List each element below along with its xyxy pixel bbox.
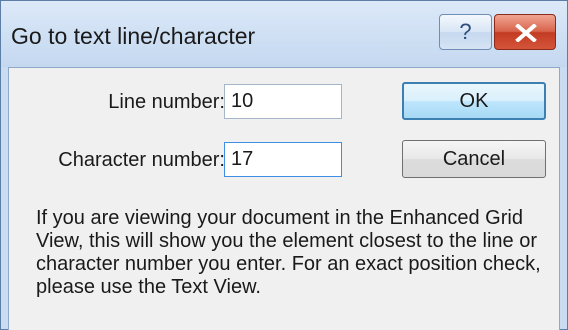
- line-number-label: Line number:: [108, 91, 225, 113]
- dialog-body: Line number: Character number: OK Cancel…: [8, 67, 560, 330]
- question-icon: ?: [459, 19, 472, 44]
- cancel-button[interactable]: Cancel: [402, 140, 546, 178]
- ok-button[interactable]: OK: [402, 82, 546, 120]
- goto-dialog-window: Go to text line/character ? Line number:…: [0, 0, 568, 330]
- help-button[interactable]: ?: [439, 14, 492, 50]
- line-number-input[interactable]: [224, 84, 342, 119]
- dialog-title: Go to text line/character: [11, 23, 256, 49]
- character-number-label: Character number:: [58, 149, 225, 171]
- close-icon: [515, 24, 537, 42]
- info-text: If you are viewing your document in the …: [36, 207, 541, 298]
- close-button[interactable]: [494, 14, 556, 50]
- title-bar: Go to text line/character ?: [1, 1, 567, 67]
- character-number-input[interactable]: [224, 142, 342, 177]
